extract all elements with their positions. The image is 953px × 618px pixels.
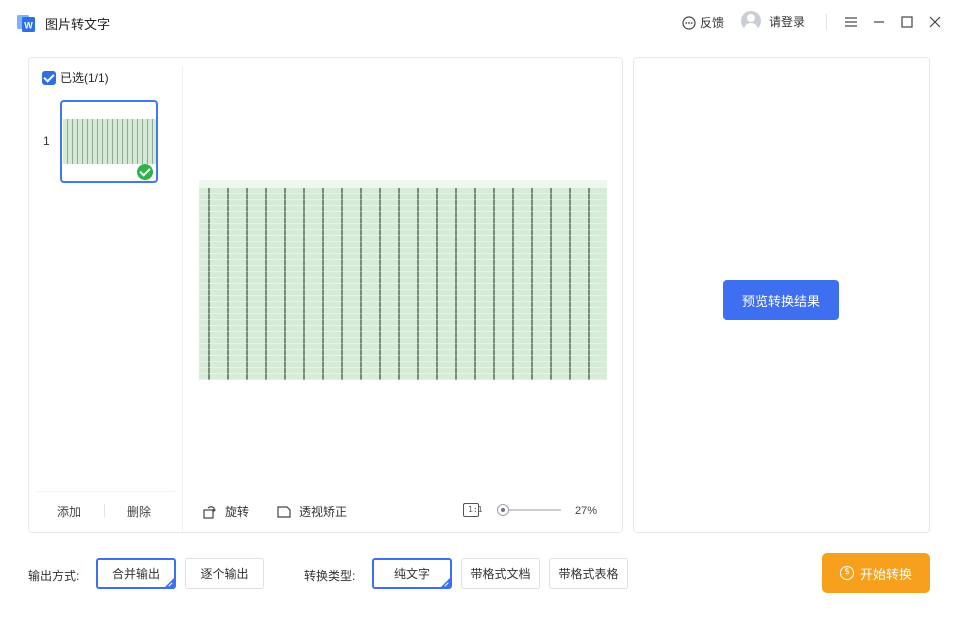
- output-merge-button[interactable]: 合并输出: [96, 558, 176, 589]
- rotate-label: 旋转: [225, 505, 250, 519]
- coin-icon: $: [839, 566, 854, 580]
- zoom-slider-handle[interactable]: [497, 504, 509, 516]
- feedback-icon: [682, 15, 696, 30]
- perspective-correction-button[interactable]: 透视矫正: [276, 503, 347, 520]
- actual-size-text: 1:1: [468, 505, 483, 514]
- feedback-button[interactable]: 反馈: [682, 14, 724, 31]
- app-logo-icon: W: [17, 15, 35, 32]
- delete-button[interactable]: 删除: [127, 503, 151, 520]
- rotate-button[interactable]: 旋转: [202, 503, 249, 520]
- output-individual-label: 逐个输出: [200, 567, 249, 581]
- list-footer-divider: [37, 491, 175, 492]
- formatted-table-button[interactable]: 带格式表格: [549, 558, 628, 589]
- zoom-value: 27%: [575, 505, 598, 517]
- formatted-document-label: 带格式文档: [470, 567, 531, 581]
- thumbnail-index: 1: [43, 134, 50, 148]
- conversion-type-label: 转换类型:: [304, 569, 356, 583]
- formatted-table-label: 带格式表格: [558, 567, 619, 581]
- output-mode-label: 输出方式:: [28, 569, 80, 583]
- app-title: 图片转文字: [45, 17, 111, 32]
- plain-text-button[interactable]: 纯文字: [372, 558, 452, 589]
- perspective-label: 透视矫正: [299, 505, 348, 519]
- zoom-slider-track[interactable]: [503, 509, 561, 511]
- svg-text:W: W: [24, 21, 33, 31]
- title-bar: W 图片转文字 反馈 请登录: [0, 0, 953, 44]
- plain-text-label: 纯文字: [393, 567, 430, 581]
- selected-check-icon: [137, 164, 153, 180]
- avatar: [741, 11, 761, 31]
- start-conversion-label: 开始转换: [859, 566, 912, 582]
- footer-button-divider: [104, 504, 105, 517]
- select-all-checkbox[interactable]: 已选(1/1): [42, 69, 109, 86]
- select-all-label: 已选(1/1): [60, 71, 109, 85]
- perspective-icon: [277, 505, 291, 518]
- output-individual-button[interactable]: 逐个输出: [185, 558, 264, 589]
- start-conversion-button[interactable]: $ 开始转换: [822, 553, 930, 593]
- maximize-icon[interactable]: [899, 14, 915, 30]
- preview-image: [199, 180, 607, 380]
- login-label: 请登录: [769, 14, 806, 29]
- rotate-icon: [203, 505, 216, 519]
- add-button[interactable]: 添加: [57, 503, 81, 520]
- thumbnail-column-divider: [182, 66, 183, 532]
- menu-icon[interactable]: [843, 14, 859, 30]
- preview-image-header: [199, 180, 607, 188]
- feedback-label: 反馈: [700, 16, 725, 30]
- minimize-icon[interactable]: [871, 14, 887, 30]
- output-merge-label: 合并输出: [111, 567, 160, 581]
- thumbnail-image: [63, 119, 156, 164]
- checkbox-checked-icon: [42, 70, 56, 85]
- login-button[interactable]: 请登录: [741, 11, 805, 31]
- titlebar-divider: [826, 14, 827, 30]
- close-icon[interactable]: [927, 14, 943, 30]
- actual-size-icon[interactable]: 1:1: [463, 503, 483, 517]
- formatted-document-button[interactable]: 带格式文档: [461, 558, 540, 589]
- preview-result-button[interactable]: 预览转换结果: [723, 280, 839, 320]
